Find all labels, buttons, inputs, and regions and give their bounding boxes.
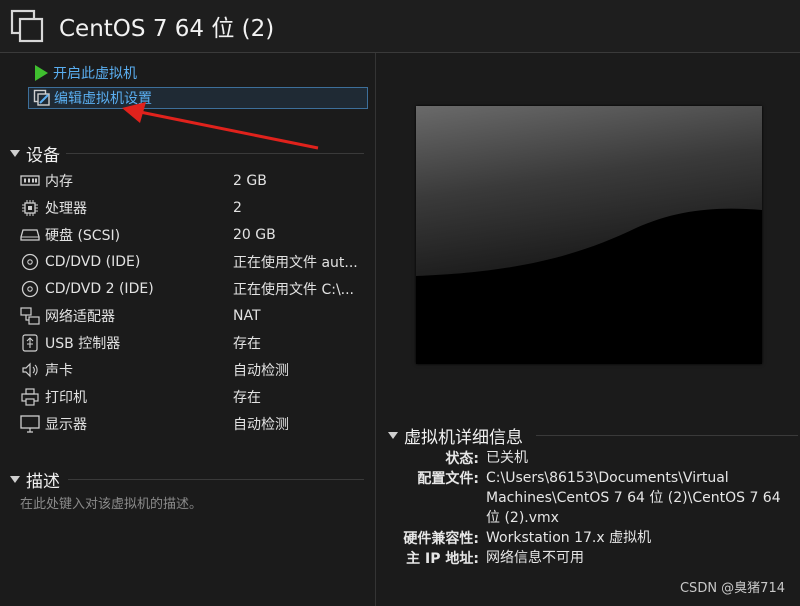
device-value: 自动检测: [233, 416, 289, 433]
device-row-display[interactable]: 显示器 自动检测: [20, 410, 370, 437]
device-name: 显示器: [45, 416, 87, 433]
device-value: 20 GB: [233, 226, 276, 243]
device-row-usb-controller[interactable]: USB 控制器 存在: [20, 329, 370, 356]
device-value: 2: [233, 199, 242, 216]
device-row-sound-card[interactable]: 声卡 自动检测: [20, 356, 370, 383]
device-name: CD/DVD 2 (IDE): [45, 280, 154, 297]
device-value: 正在使用文件 aut...: [233, 254, 358, 271]
network-adapter-icon: [20, 306, 40, 325]
device-name: USB 控制器: [45, 335, 121, 352]
device-row-hard-disk[interactable]: 硬盘 (SCSI) 20 GB: [20, 221, 370, 248]
start-vm-button[interactable]: 开启此虚拟机: [28, 62, 141, 84]
device-value: 正在使用文件 C:\...: [233, 281, 355, 298]
printer-icon: [20, 387, 40, 406]
device-value: 存在: [233, 335, 261, 352]
edit-vm-settings-button[interactable]: 编辑虚拟机设置: [28, 87, 368, 109]
hardware-compat-value: Workstation 17.x 虚拟机: [486, 530, 652, 546]
status-value: 已关机: [486, 450, 528, 466]
collapse-triangle-icon: [10, 476, 20, 483]
details-section-header[interactable]: 虚拟机详细信息: [388, 423, 523, 448]
device-row-cd-dvd[interactable]: CD/DVD (IDE) 正在使用文件 aut...: [20, 248, 370, 275]
device-name: 打印机: [45, 389, 87, 406]
description-divider: [68, 479, 364, 480]
vm-preview-thumbnail[interactable]: [416, 106, 762, 364]
device-name: 内存: [45, 173, 73, 190]
details-heading: 虚拟机详细信息: [404, 428, 523, 448]
device-row-network-adapter[interactable]: 网络适配器 NAT: [20, 302, 370, 329]
cd-dvd-icon: [20, 253, 40, 271]
device-value: 2 GB: [233, 172, 267, 189]
hard-disk-icon: [20, 226, 40, 244]
description-heading: 描述: [26, 472, 60, 492]
config-file-value: C:\Users\86153\Documents\Virtual Machine…: [486, 470, 781, 526]
devices-section-header[interactable]: 设备: [10, 141, 60, 166]
device-value: 自动检测: [233, 362, 289, 379]
edit-vm-settings-label: 编辑虚拟机设置: [54, 91, 152, 107]
device-row-printer[interactable]: 打印机 存在: [20, 383, 370, 410]
devices-heading: 设备: [26, 146, 60, 166]
device-name: 网络适配器: [45, 308, 115, 325]
details-divider: [536, 435, 798, 436]
sound-card-icon: [20, 361, 40, 379]
description-section-header[interactable]: 描述: [10, 467, 60, 492]
collapse-triangle-icon: [10, 150, 20, 157]
start-vm-label: 开启此虚拟机: [53, 66, 137, 82]
title-bar: CentOS 7 64 位 (2): [0, 0, 800, 53]
right-pane: 虚拟机详细信息 状态: 已关机 配置文件: C:\Users\86153\Doc…: [375, 53, 800, 606]
play-icon: [35, 65, 48, 81]
device-value: 存在: [233, 389, 261, 406]
left-pane: 开启此虚拟机 编辑虚拟机设置 设备 内存 2 GB 处理器 2 硬盘 (SCSI…: [0, 53, 375, 606]
device-name: CD/DVD (IDE): [45, 253, 141, 270]
device-name: 硬盘 (SCSI): [45, 227, 121, 244]
watermark: CSDN @臭猪714: [679, 581, 785, 596]
display-icon: [20, 414, 40, 433]
edit-settings-icon: [33, 89, 50, 106]
processor-icon: [20, 199, 40, 217]
device-row-processor[interactable]: 处理器 2: [20, 194, 370, 221]
vm-title: CentOS 7 64 位 (2): [59, 16, 275, 42]
device-name: 声卡: [45, 362, 73, 379]
virtual-machine-icon: [10, 9, 44, 43]
ip-address-value: 网络信息不可用: [486, 550, 584, 566]
device-row-cd-dvd-2[interactable]: CD/DVD 2 (IDE) 正在使用文件 C:\...: [20, 275, 370, 302]
devices-divider: [66, 153, 364, 154]
hardware-compat-label: 硬件兼容性:: [403, 531, 479, 547]
config-file-label: 配置文件:: [417, 471, 479, 487]
collapse-triangle-icon: [388, 432, 398, 439]
cd-dvd-icon: [20, 280, 40, 298]
device-name: 处理器: [45, 200, 87, 217]
description-input[interactable]: 在此处键入对该虚拟机的描述。: [20, 493, 202, 512]
device-row-memory[interactable]: 内存 2 GB: [20, 167, 370, 194]
memory-icon: [20, 172, 40, 190]
usb-icon: [20, 333, 40, 352]
device-value: NAT: [233, 307, 261, 324]
status-label: 状态:: [445, 451, 479, 467]
ip-address-label: 主 IP 地址:: [406, 551, 479, 567]
